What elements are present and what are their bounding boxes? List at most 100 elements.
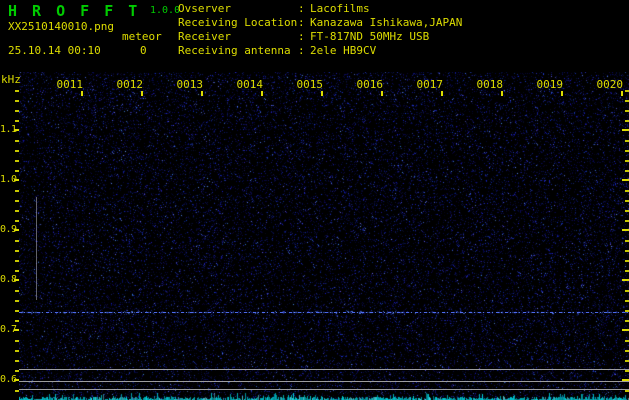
info-row-value: Lacofilms: [310, 2, 370, 15]
freq-minor-tick-right: [625, 160, 629, 162]
freq-minor-tick-left: [15, 170, 19, 172]
app-version: 1.0.0: [150, 5, 181, 16]
freq-minor-tick-left: [15, 260, 19, 262]
freq-minor-tick-right: [625, 250, 629, 252]
capture-timestamp: 25.10.14 00:10: [8, 44, 101, 57]
freq-minor-tick-left: [15, 90, 19, 92]
info-row-value: Kanazawa Ishikawa,JAPAN: [310, 16, 463, 29]
time-tick: [561, 91, 563, 96]
time-tick: [141, 91, 143, 96]
time-tick: [81, 91, 83, 96]
freq-major-tick-right: [622, 329, 629, 331]
time-tick: [441, 91, 443, 96]
time-label: 0014: [236, 78, 264, 91]
info-row-value: FT-817ND 50MHz USB: [310, 30, 430, 43]
freq-minor-tick-left: [15, 310, 19, 312]
freq-minor-tick-left: [15, 150, 19, 152]
vertical-marker-line: [36, 197, 37, 300]
freq-minor-tick-right: [625, 290, 629, 292]
time-tick: [261, 91, 263, 96]
freq-major-tick-left: [14, 329, 19, 331]
freq-minor-tick-right: [625, 320, 629, 322]
spectrogram-plot: kHz 0011 0012 0013 0014 0015 0016 0017 0018 0019…: [0, 66, 629, 400]
info-row-value: 2ele HB9CV: [310, 44, 377, 57]
freq-minor-tick-right: [625, 210, 629, 212]
time-label: 0012: [116, 78, 144, 91]
info-row: Ovserver: Lacofilms: [178, 2, 462, 16]
freq-major-tick-right: [622, 229, 629, 231]
freq-minor-tick-right: [625, 370, 629, 372]
freq-minor-tick-right: [625, 100, 629, 102]
freq-label: 0.7: [0, 324, 17, 335]
freq-minor-tick-left: [15, 120, 19, 122]
info-row-separator: :: [298, 44, 305, 57]
freq-minor-tick-right: [625, 240, 629, 242]
info-row-label: Ovserver: [178, 2, 231, 15]
capture-filename: XX2510140010.png: [8, 20, 114, 33]
freq-minor-tick-right: [625, 260, 629, 262]
info-row: Receiving antenna:2ele HB9CV: [178, 44, 462, 58]
horizontal-grid-line: [19, 389, 629, 390]
time-label: 0016: [356, 78, 384, 91]
freq-minor-tick-left: [15, 220, 19, 222]
freq-major-tick-left: [14, 229, 19, 231]
time-label: 0013: [176, 78, 204, 91]
hrofft-window: H R O F F T 1.0.0 XX2510140010.png meteo…: [0, 0, 629, 400]
freq-label: 0.6: [0, 374, 17, 385]
freq-minor-tick-right: [625, 150, 629, 152]
time-tick: [501, 91, 503, 96]
freq-minor-tick-left: [15, 320, 19, 322]
freq-minor-tick-left: [15, 370, 19, 372]
info-row: Receiving Location: Kanazawa Ishikawa,JAP…: [178, 16, 462, 30]
freq-minor-tick-left: [15, 360, 19, 362]
freq-label: 1.1: [0, 124, 17, 135]
freq-minor-tick-right: [625, 140, 629, 142]
time-tick: [381, 91, 383, 96]
freq-minor-tick-right: [625, 340, 629, 342]
freq-minor-tick-left: [15, 200, 19, 202]
meteor-count-label: meteor: [122, 30, 162, 43]
freq-minor-tick-right: [625, 190, 629, 192]
info-row-separator: :: [298, 30, 305, 43]
freq-major-tick-left: [14, 129, 19, 131]
spectrogram-canvas: [19, 72, 629, 400]
time-tick: [201, 91, 203, 96]
freq-minor-tick-right: [625, 270, 629, 272]
freq-minor-tick-right: [625, 300, 629, 302]
time-label: 0019: [536, 78, 564, 91]
freq-major-tick-left: [14, 279, 19, 281]
freq-minor-tick-left: [15, 390, 19, 392]
app-title: H R O F F T: [8, 2, 141, 20]
freq-minor-tick-left: [15, 210, 19, 212]
time-label: 0011: [56, 78, 84, 91]
info-row-separator: :: [298, 2, 305, 15]
freq-minor-tick-right: [625, 220, 629, 222]
freq-minor-tick-left: [15, 340, 19, 342]
station-info-panel: Ovserver: Lacofilms Receiving Location: Kan…: [178, 2, 462, 58]
time-label: 0015: [296, 78, 324, 91]
horizontal-grid-line: [19, 381, 629, 382]
time-label: 0020: [596, 78, 624, 91]
freq-minor-tick-right: [625, 110, 629, 112]
time-label: 0018: [476, 78, 504, 91]
freq-minor-tick-right: [625, 170, 629, 172]
info-row-label: Receiving Location: [178, 16, 298, 29]
horizontal-grid-line: [19, 369, 629, 370]
freq-label: 0.9: [0, 224, 17, 235]
time-tick: [621, 91, 623, 96]
info-row: Receiver: FT-817ND 50MHz USB: [178, 30, 462, 44]
meteor-count-value: 0: [140, 44, 147, 57]
freq-minor-tick-right: [625, 200, 629, 202]
freq-major-tick-right: [622, 179, 629, 181]
freq-minor-tick-right: [625, 350, 629, 352]
freq-minor-tick-left: [15, 300, 19, 302]
freq-minor-tick-left: [15, 140, 19, 142]
freq-minor-tick-left: [15, 110, 19, 112]
time-tick: [321, 91, 323, 96]
freq-minor-tick-left: [15, 290, 19, 292]
carrier-signal-line: [19, 312, 629, 313]
time-label: 0017: [416, 78, 444, 91]
freq-minor-tick-left: [15, 270, 19, 272]
freq-label: 1.0: [0, 174, 17, 185]
freq-minor-tick-right: [625, 120, 629, 122]
